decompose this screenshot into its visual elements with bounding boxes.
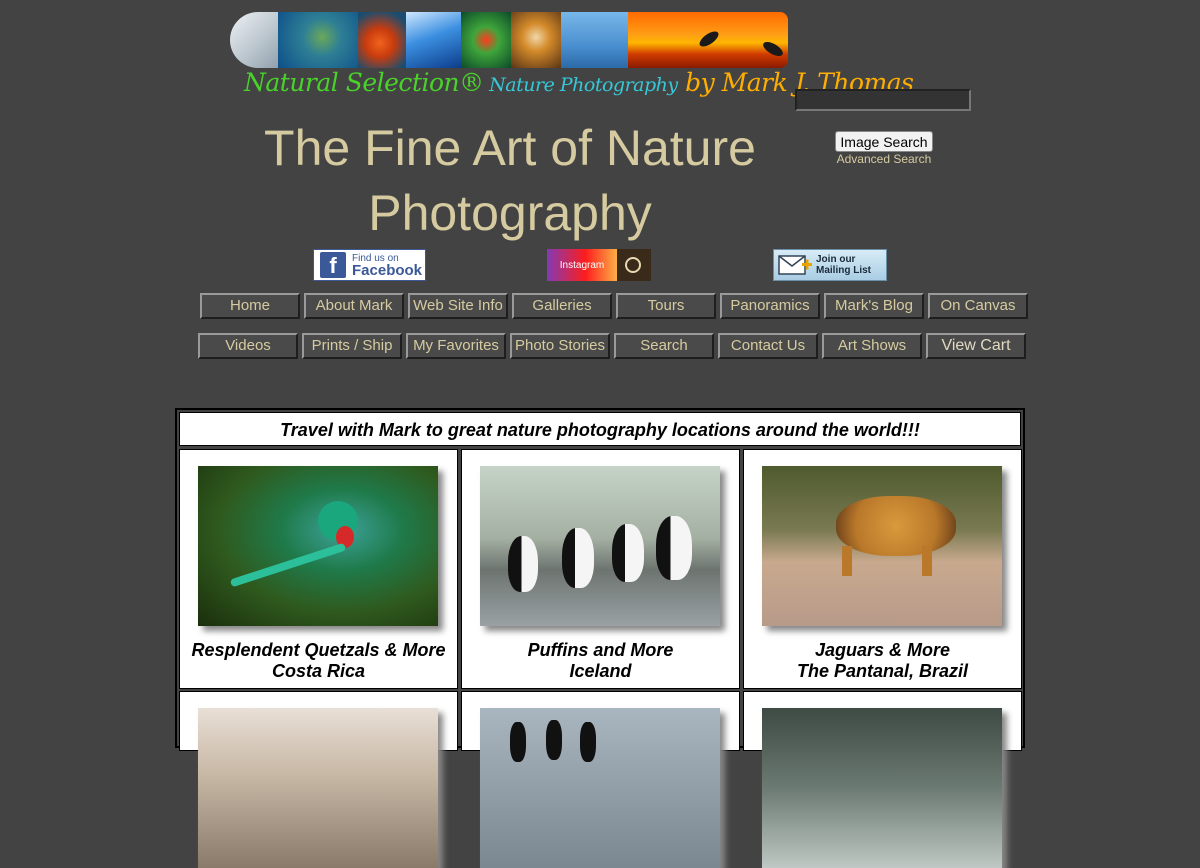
mailing-line1: Join our — [816, 254, 856, 265]
banner-tiger-image — [511, 12, 561, 68]
nav-marks-blog[interactable]: Mark's Blog — [824, 293, 924, 319]
feather-photo[interactable] — [762, 708, 1002, 868]
tour-location: Iceland — [569, 661, 632, 681]
facebook-icon: f — [320, 252, 346, 278]
tour-card-costa-rica[interactable]: Resplendent Quetzals & More Costa Rica — [179, 449, 458, 689]
quetzal-photo[interactable] — [198, 466, 438, 626]
facebook-button[interactable]: f Find us on Facebook — [313, 249, 426, 281]
nav-art-shows[interactable]: Art Shows — [822, 333, 922, 359]
mailing-line2: Mailing List — [816, 265, 871, 276]
tours-heading: Travel with Mark to great nature photogr… — [179, 412, 1021, 446]
banner-sea-turtle-image — [278, 12, 358, 68]
king-penguins-photo[interactable] — [480, 708, 720, 868]
nav-videos[interactable]: Videos — [198, 333, 298, 359]
tour-location: The Pantanal, Brazil — [796, 661, 969, 681]
mailing-list-button[interactable]: Join our Mailing List — [773, 249, 887, 281]
tour-card-5[interactable] — [461, 691, 740, 868]
nav-galleries[interactable]: Galleries — [512, 293, 612, 319]
advanced-search-link[interactable]: Advanced Search — [834, 152, 934, 166]
image-search-button[interactable]: Image Search — [835, 131, 933, 152]
banner-iceberg-image — [406, 12, 461, 68]
tour-card-6[interactable] — [743, 691, 1022, 868]
nav-on-canvas[interactable]: On Canvas — [928, 293, 1028, 319]
main-nav-row-1: Home About Mark Web Site Info Galleries … — [200, 293, 1032, 319]
nav-panoramics[interactable]: Panoramics — [720, 293, 820, 319]
tour-card-4[interactable] — [179, 691, 458, 868]
brand-name: Natural Selection® — [244, 68, 484, 97]
tour-location: Costa Rica — [271, 661, 366, 681]
facebook-label: Find us on Facebook — [352, 253, 423, 279]
nav-prints-ship[interactable]: Prints / Ship — [302, 333, 402, 359]
envelope-plus-icon — [778, 254, 812, 276]
instagram-camera-icon — [617, 249, 651, 281]
banner-clownfish-image — [358, 12, 406, 68]
brand-logo-text: Natural Selection® Nature Photography by… — [244, 68, 914, 102]
mailing-list-label: Join our Mailing List — [816, 254, 871, 276]
banner-eagle-image — [561, 12, 628, 68]
jaguar-photo[interactable] — [762, 466, 1002, 626]
tours-table: Travel with Mark to great nature photogr… — [175, 408, 1025, 868]
nav-tours[interactable]: Tours — [616, 293, 716, 319]
tour-caption: Resplendent Quetzals & More Costa Rica — [180, 640, 457, 682]
nav-home[interactable]: Home — [200, 293, 300, 319]
page-title: The Fine Art of Nature Photography — [264, 120, 756, 241]
tour-title: Resplendent Quetzals & More — [191, 640, 446, 660]
tour-card-iceland[interactable]: Puffins and More Iceland — [461, 449, 740, 689]
nav-my-favorites[interactable]: My Favorites — [406, 333, 506, 359]
view-cart-button[interactable]: View Cart — [926, 333, 1026, 359]
header-banner — [230, 12, 788, 68]
facebook-line2: Facebook — [352, 262, 423, 279]
banner-dolphin-sunset-image — [628, 12, 788, 68]
brand-tagline: Nature Photography — [483, 74, 678, 96]
instagram-label: Instagram — [547, 249, 617, 281]
tour-caption: Jaguars & More The Pantanal, Brazil — [744, 640, 1021, 682]
nav-photo-stories[interactable]: Photo Stories — [510, 333, 610, 359]
tour-title: Jaguars & More — [814, 640, 951, 660]
nav-search[interactable]: Search — [614, 333, 714, 359]
nav-contact-us[interactable]: Contact Us — [718, 333, 818, 359]
main-nav-row-2: Videos Prints / Ship My Favorites Photo … — [198, 333, 1030, 359]
nav-about-mark[interactable]: About Mark — [304, 293, 404, 319]
banner-polar-bear-image — [230, 12, 278, 68]
instagram-button[interactable]: Instagram — [547, 249, 651, 281]
tour-caption: Puffins and More Iceland — [462, 640, 739, 682]
tour-card-pantanal[interactable]: Jaguars & More The Pantanal, Brazil — [743, 449, 1022, 689]
tour-title: Puffins and More — [527, 640, 674, 660]
puffins-photo[interactable] — [480, 466, 720, 626]
nav-web-site-info[interactable]: Web Site Info — [408, 293, 508, 319]
birds-photo[interactable] — [198, 708, 438, 868]
search-input[interactable] — [795, 89, 971, 111]
banner-tree-frog-image — [461, 12, 511, 68]
